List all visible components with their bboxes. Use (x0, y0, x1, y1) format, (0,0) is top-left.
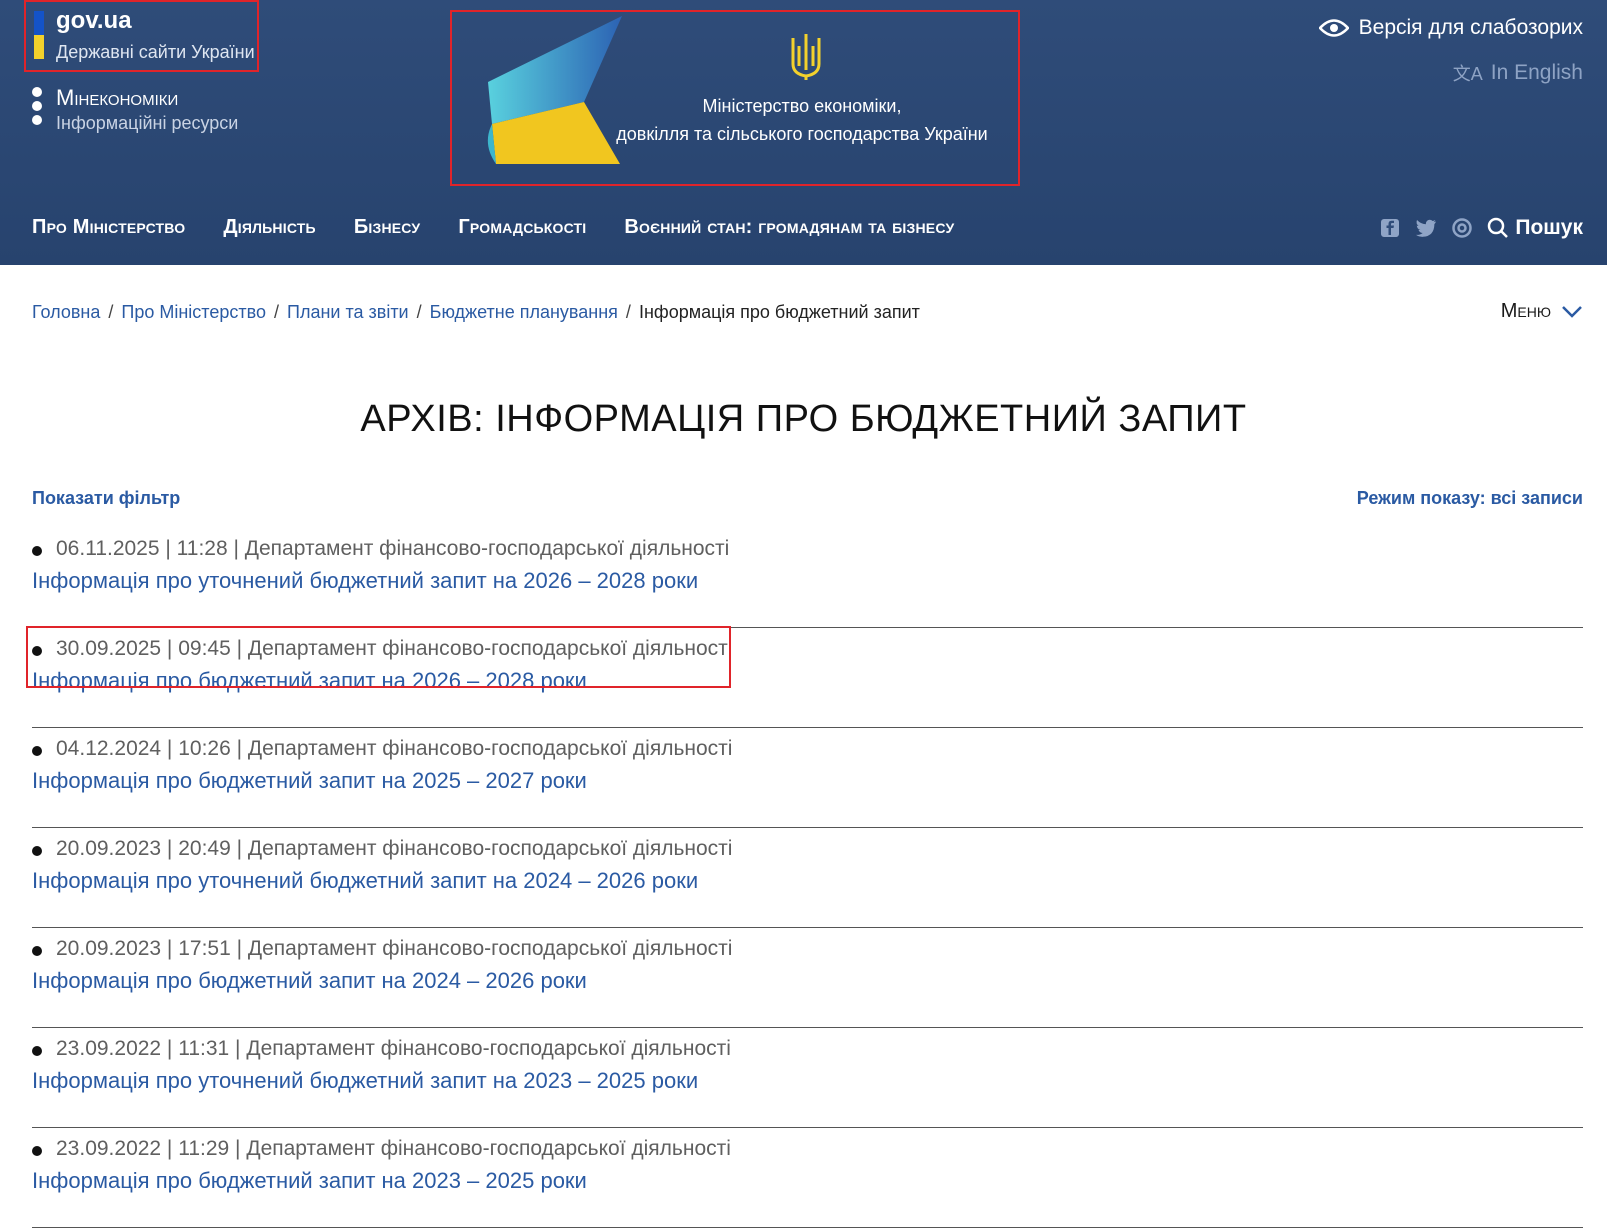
record-meta: 23.09.2022 | 11:29 | Департамент фінансо… (56, 1137, 731, 1160)
page-title: АРХІВ: ІНФОРМАЦІЯ ПРО БЮДЖЕТНИЙ ЗАПИТ (360, 398, 1247, 440)
bullet-icon (32, 546, 42, 556)
record-title-link[interactable]: Інформація про бюджетний запит на 2024 –… (32, 968, 587, 994)
record-meta: 04.12.2024 | 10:26 | Департамент фінансо… (56, 737, 733, 760)
bullet-icon (32, 646, 42, 656)
ukraine-flag-icon (34, 11, 44, 59)
list-item: 23.09.2022 | 11:29 | Департамент фінансо… (32, 1128, 1583, 1228)
ministry-logo-link[interactable]: Міністерство економіки, довкілля та сіль… (450, 10, 1020, 186)
section-menu-toggle[interactable]: Меню (1501, 300, 1583, 323)
search-icon (1488, 217, 1509, 238)
gov-ua-title: gov.ua (56, 7, 132, 34)
breadcrumb-current: Інформація про бюджетний запит (638, 302, 920, 322)
list-item: 30.09.2025 | 09:45 | Департамент фінансо… (26, 626, 1583, 728)
trident-icon (791, 34, 821, 80)
list-item: 06.11.2025 | 11:28 | Департамент фінансо… (32, 528, 1583, 628)
list-item: 04.12.2024 | 10:26 | Департамент фінансо… (32, 728, 1583, 828)
record-meta: 20.09.2023 | 17:51 | Департамент фінансо… (56, 937, 733, 960)
record-meta: 06.11.2025 | 11:28 | Департамент фінансо… (56, 537, 730, 560)
gov-ua-portal-link[interactable]: gov.ua Державні сайти України (24, 0, 259, 72)
bullet-icon (32, 846, 42, 856)
breadcrumb-separator: / (108, 302, 114, 322)
list-item: 20.09.2023 | 20:49 | Департамент фінансо… (32, 828, 1583, 928)
search-button[interactable]: Пошук (1487, 216, 1583, 240)
top-utility-links: Версія для слабозорих 文A In English (1318, 16, 1583, 86)
ministry-name-line2: довкілля та сільського господарства Укра… (616, 124, 988, 144)
nav-martial-law[interactable]: Воєнний стан: громадянам та бізнесу (624, 216, 954, 239)
bullet-icon (32, 1146, 42, 1156)
bullet-icon (32, 946, 42, 956)
bullet-icon (32, 746, 42, 756)
chevron-down-icon (1562, 305, 1582, 318)
bullet-icon (32, 1046, 42, 1056)
site-header: gov.ua Державні сайти України Мінекономі… (0, 0, 1607, 265)
nav-about-ministry[interactable]: Про Міністерство (32, 216, 185, 239)
ministry-name: Міністерство економіки, довкілля та сіль… (592, 92, 1012, 148)
record-title-link[interactable]: Інформація про бюджетний запит на 2023 –… (32, 1168, 587, 1194)
site-subtitle: Інформаційні ресурси (56, 113, 239, 133)
breadcrumb-separator: / (625, 302, 631, 322)
nav-activity[interactable]: Діяльність (223, 216, 315, 239)
breadcrumb: Головна / Про Міністерство / Плани та зв… (32, 302, 920, 323)
main-navigation: Про Міністерство Діяльність Бізнесу Гром… (32, 216, 954, 239)
record-title-link[interactable]: Інформація про уточнений бюджетний запит… (32, 1068, 698, 1094)
ministry-name-line1: Міністерство економіки, (702, 96, 902, 116)
dots-menu-icon (32, 87, 44, 129)
record-title-link[interactable]: Інформація про бюджетний запит на 2025 –… (32, 768, 587, 794)
low-vision-label: Версія для слабозорих (1358, 16, 1583, 39)
breadcrumb-budget-planning[interactable]: Бюджетне планування (430, 302, 618, 323)
search-label: Пошук (1515, 216, 1583, 239)
breadcrumb-separator: / (273, 302, 279, 322)
record-meta: 23.09.2022 | 11:31 | Департамент фінансо… (56, 1037, 731, 1060)
site-title: Мінекономіки (56, 85, 179, 110)
show-filter-link[interactable]: Показати фільтр (32, 488, 180, 509)
menu-label: Меню (1500, 300, 1551, 322)
language-switch[interactable]: 文A In English (1319, 60, 1583, 86)
eye-icon (1318, 19, 1349, 37)
nav-business[interactable]: Бізнесу (354, 216, 421, 239)
twitter-icon[interactable] (1415, 217, 1437, 239)
record-meta: 30.09.2025 | 09:45 | Департамент фінансо… (56, 637, 733, 660)
breadcrumb-about-ministry[interactable]: Про Міністерство (121, 302, 266, 323)
nav-public[interactable]: Громадськості (458, 216, 586, 239)
list-item: 20.09.2023 | 17:51 | Департамент фінансо… (32, 928, 1583, 1028)
display-mode-link[interactable]: Режим показу: всі записи (1357, 488, 1583, 509)
record-title-link[interactable]: Інформація про уточнений бюджетний запит… (32, 868, 698, 894)
record-title-link[interactable]: Інформація про уточнений бюджетний запит… (32, 568, 698, 594)
facebook-icon[interactable] (1379, 217, 1401, 239)
language-label: In English (1490, 61, 1583, 84)
low-vision-link[interactable]: Версія для слабозорих (1318, 16, 1583, 40)
header-actions: Пошук (1379, 216, 1583, 240)
record-meta: 20.09.2023 | 20:49 | Департамент фінансо… (56, 837, 733, 860)
record-title-link[interactable]: Інформація про бюджетний запит на 2026 –… (32, 668, 587, 694)
breadcrumb-plans-reports[interactable]: Плани та звіти (287, 302, 409, 323)
records-list: 06.11.2025 | 11:28 | Департамент фінансо… (26, 528, 1583, 1228)
instagram-icon[interactable] (1451, 217, 1473, 239)
list-item: 23.09.2022 | 11:31 | Департамент фінансо… (32, 1028, 1583, 1128)
gov-ua-subtitle: Державні сайти України (56, 42, 255, 62)
breadcrumb-separator: / (416, 302, 422, 322)
translate-icon: 文A (1452, 64, 1483, 84)
breadcrumb-home[interactable]: Головна (32, 302, 100, 323)
